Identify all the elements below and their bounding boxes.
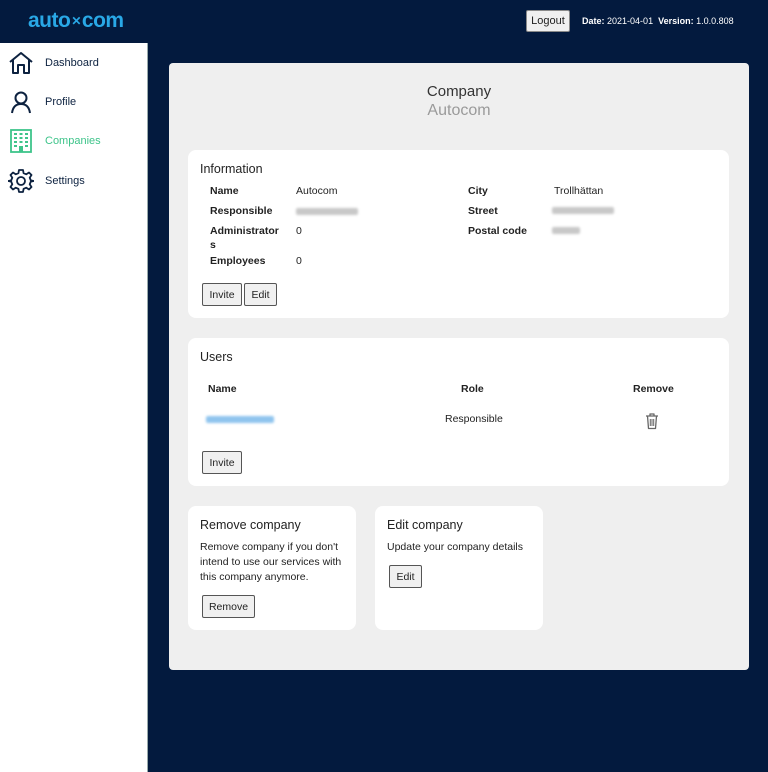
remove-description-line1: Remove company if you don't (200, 541, 338, 553)
date-label: Date: (582, 16, 605, 26)
responsible-label: Responsible (210, 205, 273, 217)
logo-text-left: auto (28, 9, 71, 32)
postal-code-label: Postal code (468, 225, 527, 237)
invite-user-button[interactable]: Invite (202, 451, 242, 474)
administrators-value: 0 (296, 225, 302, 237)
administrators-label-line2: s (210, 239, 216, 251)
logo-text-right: com (81, 9, 124, 32)
company-card: Company Autocom Information Name Autocom… (169, 63, 749, 670)
edit-company-panel: Edit company Update your company details… (375, 506, 543, 630)
sidebar-item-label: Settings (45, 175, 85, 187)
sidebar-item-label: Companies (45, 135, 101, 147)
users-column-remove: Remove (633, 383, 674, 395)
trash-icon[interactable] (644, 412, 660, 430)
name-label: Name (210, 185, 239, 197)
users-column-name: Name (208, 383, 237, 395)
user-icon (8, 89, 34, 115)
city-label: City (468, 185, 488, 197)
remove-company-description: Remove company if you don't intend to us… (200, 540, 341, 585)
sidebar-item-settings[interactable]: Settings (0, 163, 148, 199)
version-value: 1.0.0.808 (696, 16, 734, 26)
build-info: Date: 2021-04-01 Version: 1.0.0.808 (582, 16, 734, 26)
building-icon (8, 128, 34, 154)
company-name-heading: Autocom (427, 102, 491, 119)
invite-button[interactable]: Invite (202, 283, 242, 306)
users-column-role: Role (461, 383, 484, 395)
sidebar-item-label: Profile (45, 96, 77, 108)
information-panel: Information Name Autocom Responsible Adm… (188, 150, 729, 318)
user-role: Responsible (445, 413, 503, 425)
administrators-label-line1: Administrator (210, 225, 279, 237)
sidebar-item-profile[interactable]: Profile (0, 84, 148, 120)
version-label: Version: (658, 16, 694, 26)
page-title: Company (426, 83, 492, 100)
street-label: Street (468, 205, 498, 217)
edit-company-button[interactable]: Edit (389, 565, 422, 588)
edit-company-title: Edit company (387, 518, 463, 532)
responsible-value-redacted (296, 208, 358, 215)
city-value: Trollhättan (554, 185, 604, 197)
postal-code-value-redacted (552, 227, 580, 234)
home-icon (8, 50, 34, 76)
street-value-redacted (552, 207, 614, 214)
remove-description-line2: intend to use our services with (200, 556, 342, 568)
sidebar: Dashboard Profile Companies Settings (0, 43, 148, 772)
sidebar-item-companies[interactable]: Companies (0, 123, 148, 159)
edit-information-button[interactable]: Edit (244, 283, 277, 306)
autocom-logo[interactable]: auto✕com (28, 9, 124, 33)
users-title: Users (200, 350, 233, 364)
remove-company-button[interactable]: Remove (202, 595, 255, 618)
remove-company-title: Remove company (200, 518, 301, 532)
logo-separator: ✕ (71, 14, 81, 29)
employees-value: 0 (296, 255, 302, 267)
logout-button[interactable]: Logout (526, 10, 570, 32)
date-value: 2021-04-01 (607, 16, 654, 26)
administrators-label: Administrator s (210, 224, 279, 252)
users-panel: Users Name Role Remove Responsible Invit… (188, 338, 729, 486)
remove-description-line3: this company anymore. (200, 571, 309, 583)
top-bar: auto✕com Logout Date: 2021-04-01 Version… (0, 0, 768, 43)
sidebar-item-dashboard[interactable]: Dashboard (0, 45, 148, 81)
gear-icon (8, 168, 34, 194)
edit-company-description: Update your company details (387, 541, 523, 553)
information-title: Information (200, 162, 263, 176)
name-value: Autocom (296, 185, 338, 197)
sidebar-item-label: Dashboard (45, 57, 99, 69)
remove-company-panel: Remove company Remove company if you don… (188, 506, 356, 630)
employees-label: Employees (210, 255, 266, 267)
user-name-link-redacted[interactable] (206, 416, 274, 423)
